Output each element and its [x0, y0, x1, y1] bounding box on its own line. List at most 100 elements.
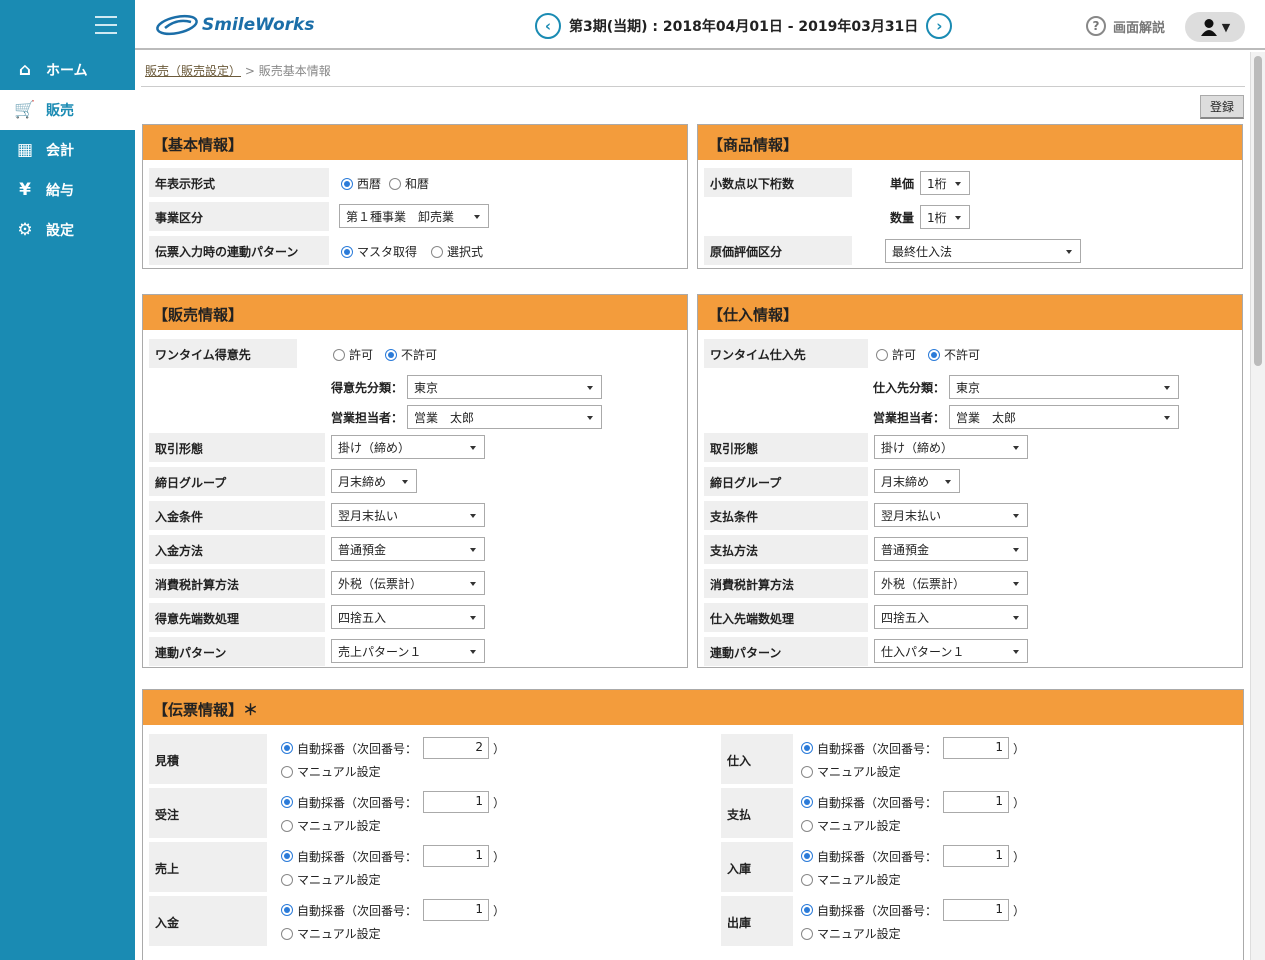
radio-deny[interactable] — [928, 348, 941, 361]
radio-label: マニュアル設定 — [817, 873, 901, 887]
radio-master[interactable] — [341, 245, 353, 258]
setting-select[interactable]: 外税（伝票計） — [874, 571, 1028, 595]
radio-japanese[interactable] — [389, 177, 402, 190]
setting-select[interactable]: 四捨五入 — [874, 605, 1028, 629]
panel-title: 【基本情報】 — [143, 125, 687, 160]
radio-auto-number[interactable] — [281, 850, 293, 862]
setting-row: 締日グループ 月末締め — [704, 467, 1237, 496]
radio-label: 自動採番（次回番号： — [297, 795, 418, 810]
radio-western[interactable] — [341, 177, 353, 190]
radio-label: 自動採番（次回番号： — [297, 903, 418, 918]
breadcrumb-link[interactable]: 販売（販売設定） — [145, 64, 241, 78]
sidebar-item-accounting[interactable]: ▦ 会計 — [0, 130, 135, 170]
radio-auto-number[interactable] — [801, 742, 813, 754]
radio-label: 自動採番（次回番号： — [817, 903, 938, 918]
customer-class-select[interactable]: 東京 — [407, 375, 603, 399]
sidebar-item-payroll[interactable]: ¥ 給与 — [0, 170, 135, 210]
setting-row: 連動パターン 仕入パターン１ — [704, 637, 1237, 666]
purchase-staff-select[interactable]: 営業 太郎 — [949, 405, 1180, 429]
next-number-input[interactable]: 1 — [943, 899, 1010, 921]
radio-manual[interactable] — [801, 819, 813, 832]
sidebar-item-label: ホーム — [46, 63, 88, 79]
next-number-input[interactable]: 1 — [943, 845, 1010, 867]
voucher-row: 見積 自動採番（次回番号： 2） マニュアル設定 — [149, 734, 669, 784]
setting-select[interactable]: 仕入パターン１ — [874, 639, 1028, 663]
setting-select[interactable]: 掛け（締め） — [874, 435, 1028, 459]
sidebar-item-settings[interactable]: ⚙ 設定 — [0, 210, 135, 250]
unit-price-decimal-select[interactable]: 1桁 — [920, 171, 971, 195]
setting-row: 入金方法 普通預金 — [149, 535, 682, 564]
field-label: 支払条件 — [704, 501, 868, 530]
logo-text: SmileWorks — [202, 15, 315, 35]
field-label: 入金条件 — [149, 501, 325, 530]
voucher-row: 出庫 自動採番（次回番号： 1） マニュアル設定 — [721, 896, 1241, 946]
radio-deny[interactable] — [385, 348, 398, 361]
radio-manual[interactable] — [281, 765, 293, 778]
radio-auto-number[interactable] — [281, 904, 293, 916]
period-selector: ‹ 第3期(当期) : 2018年04月01日 - 2019年03月31日 › — [535, 13, 953, 39]
field-label: 原価評価区分 — [704, 236, 852, 265]
radio-auto-number[interactable] — [281, 742, 293, 754]
radio-auto-number[interactable] — [801, 796, 813, 808]
radio-allow[interactable] — [876, 348, 888, 361]
setting-select[interactable]: 売上パターン１ — [331, 639, 485, 663]
scrollbar-thumb[interactable] — [1254, 56, 1262, 366]
radio-auto-number[interactable] — [801, 904, 813, 916]
radio-auto-number[interactable] — [281, 796, 293, 808]
business-type-select[interactable]: 第１種事業 卸売業 — [339, 204, 489, 228]
setting-select[interactable]: 翌月末払い — [331, 503, 485, 527]
setting-select[interactable]: 普通預金 — [874, 537, 1028, 561]
setting-select[interactable]: 普通預金 — [331, 537, 485, 561]
next-number-input[interactable]: 1 — [423, 845, 490, 867]
close-paren: ） — [1013, 795, 1026, 810]
chevron-right-icon[interactable]: › — [926, 13, 953, 39]
radio-manual[interactable] — [281, 927, 293, 940]
sales-staff-select[interactable]: 営業 太郎 — [407, 405, 603, 429]
radio-manual[interactable] — [801, 765, 813, 778]
setting-select[interactable]: 外税（伝票計） — [331, 571, 485, 595]
setting-select[interactable]: 掛け（締め） — [331, 435, 485, 459]
user-menu-button[interactable]: ▼ — [1185, 12, 1245, 42]
close-paren: ） — [493, 795, 506, 810]
radio-select-type[interactable] — [431, 245, 444, 258]
radio-manual[interactable] — [801, 927, 813, 940]
next-number-input[interactable]: 1 — [423, 791, 490, 813]
scrollbar[interactable] — [1250, 52, 1265, 960]
menu-toggle-button[interactable] — [0, 0, 135, 50]
sidebar-item-label: 給与 — [46, 183, 74, 199]
setting-select[interactable]: 翌月末払い — [874, 503, 1028, 527]
help-button[interactable]: ? 画面解説 — [1086, 16, 1165, 36]
panel-title: 【伝票情報】＊ — [143, 690, 1243, 725]
voucher-row: 仕入 自動採番（次回番号： 1） マニュアル設定 — [721, 734, 1241, 784]
hamburger-icon — [95, 16, 117, 18]
next-number-input[interactable]: 1 — [943, 791, 1010, 813]
breadcrumb-current: 販売基本情報 — [258, 64, 331, 78]
cost-method-select[interactable]: 最終仕入法 — [885, 239, 1081, 263]
purchase-info-panel: 【仕入情報】 ワンタイム仕入先 許可 不許可 仕入先分類： 東京 営業担当者： … — [697, 294, 1243, 668]
radio-label: 許可 — [349, 348, 374, 362]
setting-select[interactable]: 四捨五入 — [331, 605, 485, 629]
quantity-label: 数量 — [890, 210, 915, 225]
radio-manual[interactable] — [801, 873, 813, 886]
field-label: 支払方法 — [704, 535, 868, 564]
field-label: ワンタイム得意先 — [149, 339, 297, 368]
logo[interactable]: SmileWorks — [155, 14, 314, 36]
sidebar-item-sales[interactable]: 🛒 販売 — [0, 90, 135, 130]
supplier-class-select[interactable]: 東京 — [949, 375, 1180, 399]
field-label: 伝票入力時の連動パターン — [149, 236, 329, 265]
sidebar-item-home[interactable]: ⌂ ホーム — [0, 50, 135, 90]
next-number-input[interactable]: 1 — [943, 737, 1010, 759]
customer-class-label: 得意先分類： — [331, 380, 404, 395]
radio-manual[interactable] — [281, 873, 293, 886]
next-number-input[interactable]: 2 — [423, 737, 490, 759]
setting-select[interactable]: 月末締め — [331, 469, 417, 493]
next-number-input[interactable]: 1 — [423, 899, 490, 921]
setting-select[interactable]: 月末締め — [874, 469, 960, 493]
radio-manual[interactable] — [281, 819, 293, 832]
chevron-left-icon[interactable]: ‹ — [535, 13, 561, 39]
radio-auto-number[interactable] — [801, 850, 813, 862]
radio-allow[interactable] — [333, 348, 345, 361]
quantity-decimal-select[interactable]: 1桁 — [920, 205, 971, 229]
field-label: 事業区分 — [149, 202, 329, 231]
register-button[interactable]: 登録 — [1200, 95, 1244, 119]
